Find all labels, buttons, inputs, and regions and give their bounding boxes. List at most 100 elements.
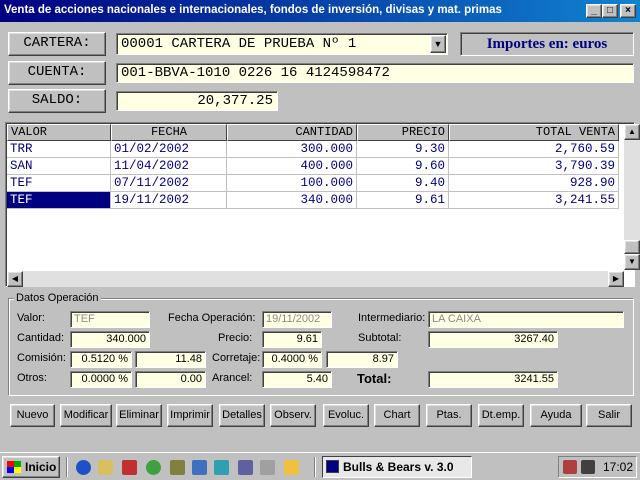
scroll-up-icon[interactable]: ▲ [624, 124, 640, 140]
horizontal-scrollbar[interactable]: ◀ ▶ [7, 271, 624, 287]
otros-field[interactable]: 0.00 [135, 371, 206, 388]
column-header-precio[interactable]: PRECIO [357, 124, 449, 141]
valor-label: Valor: [17, 312, 45, 324]
cell-valor: TEF [7, 192, 111, 209]
cell-fecha: 07/11/2002 [111, 175, 227, 192]
saldo-label: SALDO: [8, 89, 106, 113]
evoluc-button[interactable]: Evoluc. [323, 404, 369, 427]
cuenta-label: CUENTA: [8, 61, 106, 85]
eliminar-button[interactable]: Eliminar [116, 404, 162, 427]
comision-pct-field[interactable]: 0.5120 % [70, 351, 132, 368]
chevron-down-icon[interactable]: ▼ [430, 35, 446, 53]
table-row-selected[interactable]: TEF 19/11/2002 340.000 9.61 3,241.55 [7, 192, 619, 209]
comision-field[interactable]: 11.48 [135, 351, 206, 368]
scroll-left-icon[interactable]: ◀ [7, 271, 23, 287]
browser-icon[interactable] [76, 460, 91, 475]
otros-label: Otros: [17, 372, 47, 384]
observ-button[interactable]: Observ. [270, 404, 316, 427]
dt-emp-button[interactable]: Dt.emp. [478, 404, 524, 427]
scroll-thumb[interactable] [624, 240, 640, 254]
comision-label: Comisión: [17, 352, 66, 364]
start-label: Inicio [25, 460, 57, 474]
cell-fecha: 11/04/2002 [111, 158, 227, 175]
divider [314, 457, 316, 477]
table-row[interactable]: SAN 11/04/2002 400.000 9.60 3,790.39 [7, 158, 619, 175]
document-icon[interactable] [192, 460, 207, 475]
subtotal-label: Subtotal: [358, 332, 402, 344]
precio-label: Precio: [218, 332, 253, 344]
cell-fecha: 19/11/2002 [111, 192, 227, 209]
minimize-button[interactable]: _ [586, 4, 602, 18]
cantidad-label: Cantidad: [17, 332, 65, 344]
imprimir-button[interactable]: Imprimir [167, 404, 213, 427]
modificar-button[interactable]: Modificar [60, 404, 112, 427]
fecha-operacion-label: Fecha Operación: [168, 312, 256, 324]
speaker-icon[interactable] [581, 460, 595, 474]
maximize-button[interactable]: □ [602, 4, 618, 18]
cell-total: 2,760.59 [449, 141, 619, 158]
cell-precio: 9.60 [357, 158, 449, 175]
cell-cantidad: 340.000 [227, 192, 357, 209]
settings-icon[interactable] [260, 460, 275, 475]
ptas-button[interactable]: Ptas. [426, 404, 472, 427]
corretaje-field[interactable]: 8.97 [326, 351, 398, 368]
operations-grid[interactable]: VALOR FECHA CANTIDAD PRECIO TOTAL VENTA … [5, 122, 640, 287]
system-tray: 17:02 [558, 456, 637, 478]
cell-total: 3,790.39 [449, 158, 619, 175]
cell-precio: 9.30 [357, 141, 449, 158]
close-button[interactable]: × [620, 4, 636, 18]
column-header-fecha[interactable]: FECHA [111, 124, 227, 141]
cell-cantidad: 100.000 [227, 175, 357, 192]
cartera-label: CARTERA: [8, 32, 106, 56]
network-icon[interactable] [214, 460, 229, 475]
cell-valor: TRR [7, 141, 111, 158]
detalles-button[interactable]: Detalles [219, 404, 265, 427]
corretaje-pct-field[interactable]: 0.4000 % [262, 351, 322, 368]
subtotal-field: 3267.40 [428, 331, 558, 348]
column-header-cantidad[interactable]: CANTIDAD [227, 124, 357, 141]
window-title: Venta de acciones nacionales e internaci… [4, 4, 502, 16]
scroll-right-icon[interactable]: ▶ [608, 271, 624, 287]
cartera-combo[interactable]: 00001 CARTERA DE PRUEBA Nº 1 [116, 33, 448, 55]
cell-total: 928.90 [449, 175, 619, 192]
divider [66, 457, 68, 477]
app-icon [326, 460, 339, 473]
cell-cantidad: 400.000 [227, 158, 357, 175]
cantidad-field[interactable]: 340.000 [70, 331, 150, 348]
tools-icon[interactable] [170, 460, 185, 475]
chart-button[interactable]: Chart [374, 404, 420, 427]
precio-field[interactable]: 9.61 [262, 331, 322, 348]
salir-button[interactable]: Salir [586, 404, 632, 427]
start-button[interactable]: Inicio [2, 456, 60, 478]
clock: 17:02 [603, 460, 634, 474]
vertical-scrollbar[interactable]: ▲ ▼ [624, 124, 640, 270]
antivirus-icon[interactable] [563, 460, 577, 474]
scroll-down-icon[interactable]: ▼ [624, 254, 640, 270]
datos-operacion-legend: Datos Operación [14, 292, 101, 304]
taskbar: Inicio Bulls & Bears v. 3.0 17:02 [0, 452, 640, 480]
column-header-total[interactable]: TOTAL VENTA [449, 124, 619, 141]
arancel-field[interactable]: 5.40 [262, 371, 332, 388]
table-row[interactable]: TRR 01/02/2002 300.000 9.30 2,760.59 [7, 141, 619, 158]
cell-total: 3,241.55 [449, 192, 619, 209]
windows-logo-icon [7, 461, 21, 473]
otros-pct-field[interactable]: 0.0000 % [70, 371, 132, 388]
cuenta-field[interactable]: 001-BBVA-1010 0226 16 4124598472 [116, 63, 634, 83]
nuevo-button[interactable]: Nuevo [10, 404, 55, 427]
total-field: 3241.55 [428, 371, 558, 388]
chart-app-icon[interactable] [122, 460, 137, 475]
editor-icon[interactable] [98, 460, 113, 475]
table-row[interactable]: TEF 07/11/2002 100.000 9.40 928.90 [7, 175, 619, 192]
column-header-valor[interactable]: VALOR [7, 124, 111, 141]
folder-icon[interactable] [284, 460, 299, 475]
total-label: Total: [357, 371, 392, 386]
intermediario-field[interactable]: LA CAIXA [428, 311, 624, 328]
importes-display: Importes en: euros [460, 32, 634, 56]
monitor-icon[interactable] [238, 460, 253, 475]
globe-icon[interactable] [146, 460, 161, 475]
cell-valor: SAN [7, 158, 111, 175]
valor-field[interactable]: TEF [70, 311, 150, 328]
fecha-operacion-field[interactable]: 19/11/2002 [262, 311, 332, 328]
taskbar-app-button[interactable]: Bulls & Bears v. 3.0 [322, 456, 472, 478]
ayuda-button[interactable]: Ayuda [530, 404, 582, 427]
